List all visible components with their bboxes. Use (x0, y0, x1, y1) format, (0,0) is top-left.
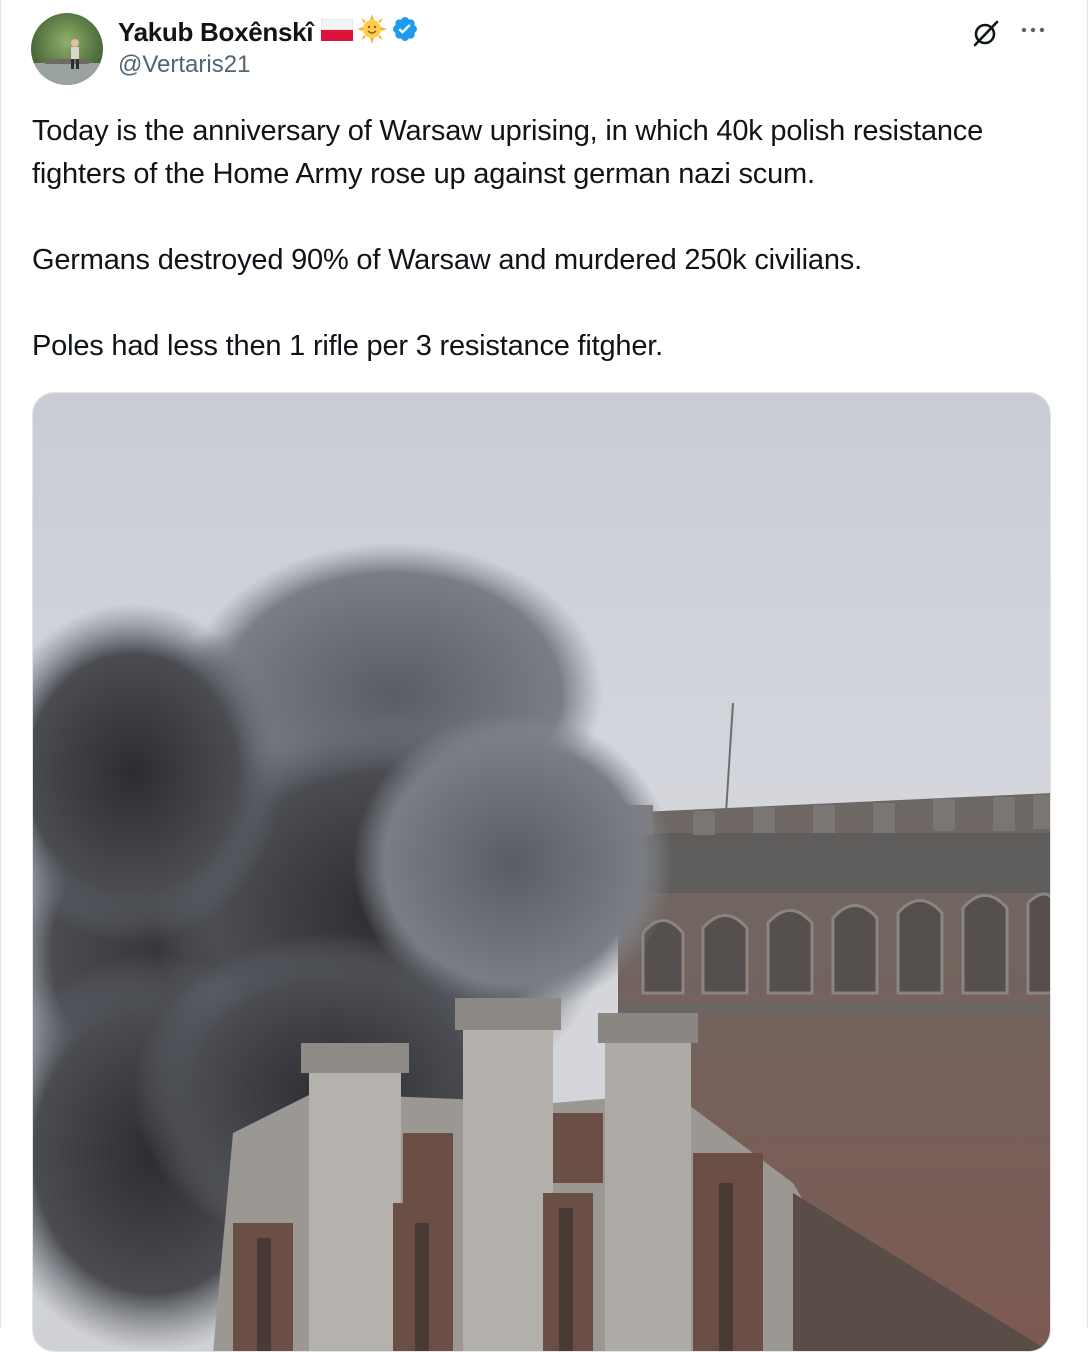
tweet-paragraph: Today is the anniversary of Warsaw upris… (32, 115, 984, 190)
more-icon[interactable] (1019, 20, 1049, 45)
tweet-media-image[interactable] (32, 392, 1051, 1352)
poland-flag-icon (320, 17, 354, 48)
author-name-row: Yakub Boxênskî (118, 14, 419, 51)
verified-badge-icon[interactable] (391, 15, 419, 50)
display-name[interactable]: Yakub Boxênskî (118, 17, 314, 48)
tweet-paragraph: Poles had less then 1 rifle per 3 resist… (32, 330, 663, 362)
grok-icon[interactable] (971, 18, 1001, 53)
tweet-text: Today is the anniversary of Warsaw upris… (32, 110, 1062, 368)
avatar[interactable] (31, 13, 103, 85)
sun-face-icon (357, 14, 388, 51)
tweet-card: Yakub Boxênskî @Vertaris21 Today is the … (0, 0, 1088, 1352)
author-handle[interactable]: @Vertaris21 (118, 51, 250, 79)
tweet-paragraph: Germans destroyed 90% of Warsaw and murd… (32, 244, 862, 276)
